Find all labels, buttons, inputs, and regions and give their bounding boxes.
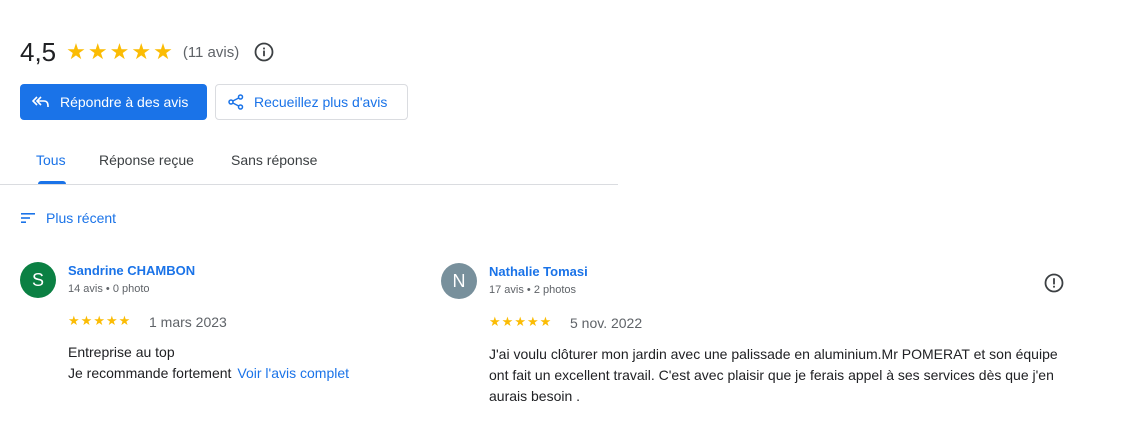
- avatar-initial: S: [31, 269, 44, 290]
- star-icon: ★: [514, 314, 526, 329]
- star-icon: ★: [80, 313, 93, 328]
- star-icon: ★: [68, 313, 80, 328]
- review-text: J'ai voulu clôturer mon jardin avec une …: [489, 344, 1089, 407]
- star-icon: ★: [526, 314, 539, 329]
- sort-button[interactable]: Plus récent: [20, 210, 116, 226]
- review-date: 1 mars 2023: [149, 314, 227, 330]
- star-icon: ★: [153, 39, 173, 64]
- report-review-icon[interactable]: [1044, 273, 1064, 293]
- avatar[interactable]: N: [441, 263, 477, 299]
- rating-summary: 4,5 ★ ★ ★ ★ ★ (11 avis): [20, 34, 274, 70]
- star-icon: ★: [109, 39, 130, 64]
- review-text-line: aurais besoin .: [489, 388, 581, 404]
- reviewer-meta: 14 avis • 0 photo: [68, 283, 150, 295]
- collect-more-reviews-button[interactable]: Recueillez plus d'avis: [215, 84, 408, 120]
- reviewer-name[interactable]: Nathalie Tomasi: [489, 264, 588, 279]
- review-text-span: Je recommande fortement: [68, 365, 232, 381]
- star-icon: ★: [489, 314, 501, 329]
- avatar[interactable]: S: [20, 262, 56, 298]
- share-icon: [228, 94, 244, 110]
- rating-stars: ★ ★ ★ ★ ★: [66, 41, 173, 63]
- review-card: N Nathalie Tomasi 17 avis • 2 photos ★ ★ ★…: [441, 263, 1081, 413]
- collect-more-reviews-label: Recueillez plus d'avis: [254, 94, 388, 110]
- star-icon: ★: [501, 314, 514, 329]
- reply-to-reviews-button[interactable]: Répondre à des avis: [20, 84, 207, 120]
- avatar-initial: N: [452, 270, 466, 291]
- tab-all[interactable]: Tous: [36, 152, 66, 168]
- sort-icon: [21, 213, 35, 223]
- tab-unreplied[interactable]: Sans réponse: [231, 152, 317, 168]
- review-count: (11 avis): [182, 43, 240, 61]
- review-text-line: Je recommande fortement Voir l'avis compl…: [68, 363, 428, 384]
- review-stars: ★ ★ ★ ★ ★: [489, 315, 551, 328]
- tabs-divider: [0, 184, 618, 185]
- reviewer-meta: 17 avis • 2 photos: [489, 284, 577, 296]
- info-icon[interactable]: [254, 42, 274, 62]
- review-text-line: J'ai voulu clôturer mon jardin avec une …: [489, 346, 1058, 362]
- star-icon: ★: [66, 39, 86, 64]
- star-icon: ★: [118, 313, 131, 328]
- rating-value: 4,5: [20, 36, 57, 67]
- review-text-line: ont fait un excellent travail. C'est ave…: [489, 367, 1054, 383]
- review-card: S Sandrine CHAMBON 14 avis • 0 photo ★ ★ ★…: [20, 262, 420, 392]
- reply-all-icon: [32, 96, 49, 107]
- see-full-review-link[interactable]: Voir l'avis complet: [237, 365, 349, 381]
- star-icon: ★: [93, 313, 105, 328]
- review-text: Entreprise au top Je recommande fortemen…: [68, 342, 428, 384]
- sort-label: Plus récent: [46, 210, 117, 226]
- reply-to-reviews-label: Répondre à des avis: [60, 94, 189, 110]
- review-date: 5 nov. 2022: [570, 315, 643, 331]
- review-text-line: Entreprise au top: [68, 344, 175, 360]
- review-stars: ★ ★ ★ ★ ★: [68, 314, 130, 327]
- tab-replied[interactable]: Réponse reçue: [99, 152, 194, 168]
- reviewer-name[interactable]: Sandrine CHAMBON: [68, 263, 195, 278]
- star-icon: ★: [131, 39, 152, 64]
- star-icon: ★: [539, 314, 552, 329]
- star-icon: ★: [105, 313, 118, 328]
- review-tabs: Tous Réponse reçue Sans réponse: [20, 140, 618, 184]
- star-icon: ★: [87, 39, 108, 64]
